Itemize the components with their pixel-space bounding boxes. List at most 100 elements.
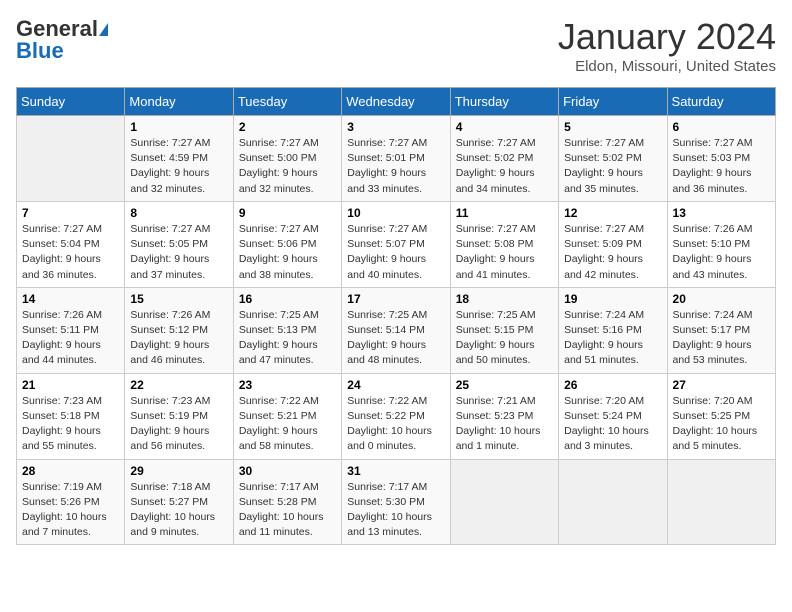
logo-blue: Blue [16, 38, 64, 64]
calendar-cell [559, 459, 667, 545]
location-subtitle: Eldon, Missouri, United States [558, 58, 776, 75]
day-info: Sunrise: 7:25 AM Sunset: 5:14 PM Dayligh… [347, 308, 444, 369]
day-number: 12 [564, 206, 661, 220]
calendar-cell: 1 Sunrise: 7:27 AM Sunset: 4:59 PM Daylig… [125, 116, 233, 202]
day-number: 17 [347, 292, 444, 306]
calendar-cell: 30 Sunrise: 7:17 AM Sunset: 5:28 PM Dayli… [233, 459, 341, 545]
calendar-cell: 9 Sunrise: 7:27 AM Sunset: 5:06 PM Daylig… [233, 201, 341, 287]
calendar-week-row: 7Sunrise: 7:27 AM Sunset: 5:04 PM Daylig… [17, 201, 776, 287]
day-info: Sunrise: 7:27 AM Sunset: 5:05 PM Dayligh… [130, 222, 227, 283]
calendar-cell: 26Sunrise: 7:20 AM Sunset: 5:24 PM Dayli… [559, 373, 667, 459]
day-number: 8 [130, 206, 227, 220]
calendar-cell: 13 Sunrise: 7:26 AM Sunset: 5:10 PM Dayli… [667, 201, 775, 287]
logo: General Blue [16, 16, 109, 64]
day-info: Sunrise: 7:27 AM Sunset: 5:08 PM Dayligh… [456, 222, 553, 283]
logo-triangle-icon [99, 23, 108, 36]
calendar-week-row: 14 Sunrise: 7:26 AM Sunset: 5:11 PM Dayli… [17, 287, 776, 373]
weekday-header-row: SundayMondayTuesdayWednesdayThursdayFrid… [17, 88, 776, 116]
day-info: Sunrise: 7:17 AM Sunset: 5:30 PM Dayligh… [347, 480, 444, 541]
day-info: Sunrise: 7:18 AM Sunset: 5:27 PM Dayligh… [130, 480, 227, 541]
day-number: 23 [239, 378, 336, 392]
calendar-cell: 29 Sunrise: 7:18 AM Sunset: 5:27 PM Dayli… [125, 459, 233, 545]
day-info: Sunrise: 7:17 AM Sunset: 5:28 PM Dayligh… [239, 480, 336, 541]
weekday-header-wednesday: Wednesday [342, 88, 450, 116]
calendar-cell: 17 Sunrise: 7:25 AM Sunset: 5:14 PM Dayli… [342, 287, 450, 373]
calendar-cell: 11 Sunrise: 7:27 AM Sunset: 5:08 PM Dayli… [450, 201, 558, 287]
day-info: Sunrise: 7:19 AM Sunset: 5:26 PM Dayligh… [22, 480, 119, 541]
weekday-header-sunday: Sunday [17, 88, 125, 116]
calendar-cell: 15 Sunrise: 7:26 AM Sunset: 5:12 PM Dayli… [125, 287, 233, 373]
day-number: 10 [347, 206, 444, 220]
day-number: 13 [673, 206, 770, 220]
day-info: Sunrise: 7:22 AM Sunset: 5:22 PM Dayligh… [347, 394, 444, 455]
weekday-header-saturday: Saturday [667, 88, 775, 116]
day-info: Sunrise: 7:23 AM Sunset: 5:19 PM Dayligh… [130, 394, 227, 455]
day-number: 27 [673, 378, 770, 392]
day-number: 25 [456, 378, 553, 392]
calendar-week-row: 28 Sunrise: 7:19 AM Sunset: 5:26 PM Dayli… [17, 459, 776, 545]
day-info: Sunrise: 7:27 AM Sunset: 5:02 PM Dayligh… [456, 136, 553, 197]
day-info: Sunrise: 7:27 AM Sunset: 5:09 PM Dayligh… [564, 222, 661, 283]
day-number: 29 [130, 464, 227, 478]
day-info: Sunrise: 7:27 AM Sunset: 4:59 PM Dayligh… [130, 136, 227, 197]
day-info: Sunrise: 7:27 AM Sunset: 5:07 PM Dayligh… [347, 222, 444, 283]
day-number: 9 [239, 206, 336, 220]
weekday-header-monday: Monday [125, 88, 233, 116]
day-number: 19 [564, 292, 661, 306]
day-number: 31 [347, 464, 444, 478]
day-number: 11 [456, 206, 553, 220]
day-info: Sunrise: 7:26 AM Sunset: 5:12 PM Dayligh… [130, 308, 227, 369]
day-number: 1 [130, 120, 227, 134]
day-number: 24 [347, 378, 444, 392]
title-area: January 2024 Eldon, Missouri, United Sta… [558, 16, 776, 75]
header: General Blue January 2024 Eldon, Missour… [16, 16, 776, 75]
day-number: 4 [456, 120, 553, 134]
day-number: 22 [130, 378, 227, 392]
day-number: 28 [22, 464, 119, 478]
day-info: Sunrise: 7:25 AM Sunset: 5:13 PM Dayligh… [239, 308, 336, 369]
calendar-cell: 8 Sunrise: 7:27 AM Sunset: 5:05 PM Daylig… [125, 201, 233, 287]
day-number: 16 [239, 292, 336, 306]
calendar-cell [450, 459, 558, 545]
day-number: 15 [130, 292, 227, 306]
weekday-header-thursday: Thursday [450, 88, 558, 116]
calendar-cell: 27 Sunrise: 7:20 AM Sunset: 5:25 PM Dayli… [667, 373, 775, 459]
weekday-header-tuesday: Tuesday [233, 88, 341, 116]
day-info: Sunrise: 7:24 AM Sunset: 5:17 PM Dayligh… [673, 308, 770, 369]
calendar-cell: 31 Sunrise: 7:17 AM Sunset: 5:30 PM Dayli… [342, 459, 450, 545]
calendar-week-row: 21 Sunrise: 7:23 AM Sunset: 5:18 PM Dayli… [17, 373, 776, 459]
day-number: 3 [347, 120, 444, 134]
calendar-cell: 7Sunrise: 7:27 AM Sunset: 5:04 PM Daylig… [17, 201, 125, 287]
day-info: Sunrise: 7:27 AM Sunset: 5:02 PM Dayligh… [564, 136, 661, 197]
day-info: Sunrise: 7:27 AM Sunset: 5:01 PM Dayligh… [347, 136, 444, 197]
day-info: Sunrise: 7:20 AM Sunset: 5:25 PM Dayligh… [673, 394, 770, 455]
day-number: 26 [564, 378, 661, 392]
day-number: 7 [22, 206, 119, 220]
calendar-cell: 23Sunrise: 7:22 AM Sunset: 5:21 PM Dayli… [233, 373, 341, 459]
day-info: Sunrise: 7:27 AM Sunset: 5:00 PM Dayligh… [239, 136, 336, 197]
day-info: Sunrise: 7:26 AM Sunset: 5:11 PM Dayligh… [22, 308, 119, 369]
calendar-cell: 24 Sunrise: 7:22 AM Sunset: 5:22 PM Dayli… [342, 373, 450, 459]
calendar-cell: 28 Sunrise: 7:19 AM Sunset: 5:26 PM Dayli… [17, 459, 125, 545]
day-info: Sunrise: 7:26 AM Sunset: 5:10 PM Dayligh… [673, 222, 770, 283]
day-number: 18 [456, 292, 553, 306]
day-number: 21 [22, 378, 119, 392]
day-number: 20 [673, 292, 770, 306]
day-info: Sunrise: 7:24 AM Sunset: 5:16 PM Dayligh… [564, 308, 661, 369]
calendar-cell: 5Sunrise: 7:27 AM Sunset: 5:02 PM Daylig… [559, 116, 667, 202]
calendar-cell [17, 116, 125, 202]
calendar-cell: 22 Sunrise: 7:23 AM Sunset: 5:19 PM Dayli… [125, 373, 233, 459]
calendar-week-row: 1 Sunrise: 7:27 AM Sunset: 4:59 PM Daylig… [17, 116, 776, 202]
calendar-cell: 4 Sunrise: 7:27 AM Sunset: 5:02 PM Daylig… [450, 116, 558, 202]
day-number: 30 [239, 464, 336, 478]
day-info: Sunrise: 7:27 AM Sunset: 5:06 PM Dayligh… [239, 222, 336, 283]
calendar-cell: 25Sunrise: 7:21 AM Sunset: 5:23 PM Dayli… [450, 373, 558, 459]
day-info: Sunrise: 7:27 AM Sunset: 5:03 PM Dayligh… [673, 136, 770, 197]
day-number: 14 [22, 292, 119, 306]
calendar-cell: 20 Sunrise: 7:24 AM Sunset: 5:17 PM Dayli… [667, 287, 775, 373]
weekday-header-friday: Friday [559, 88, 667, 116]
calendar-table: SundayMondayTuesdayWednesdayThursdayFrid… [16, 87, 776, 545]
day-info: Sunrise: 7:23 AM Sunset: 5:18 PM Dayligh… [22, 394, 119, 455]
calendar-cell: 19 Sunrise: 7:24 AM Sunset: 5:16 PM Dayli… [559, 287, 667, 373]
calendar-cell [667, 459, 775, 545]
